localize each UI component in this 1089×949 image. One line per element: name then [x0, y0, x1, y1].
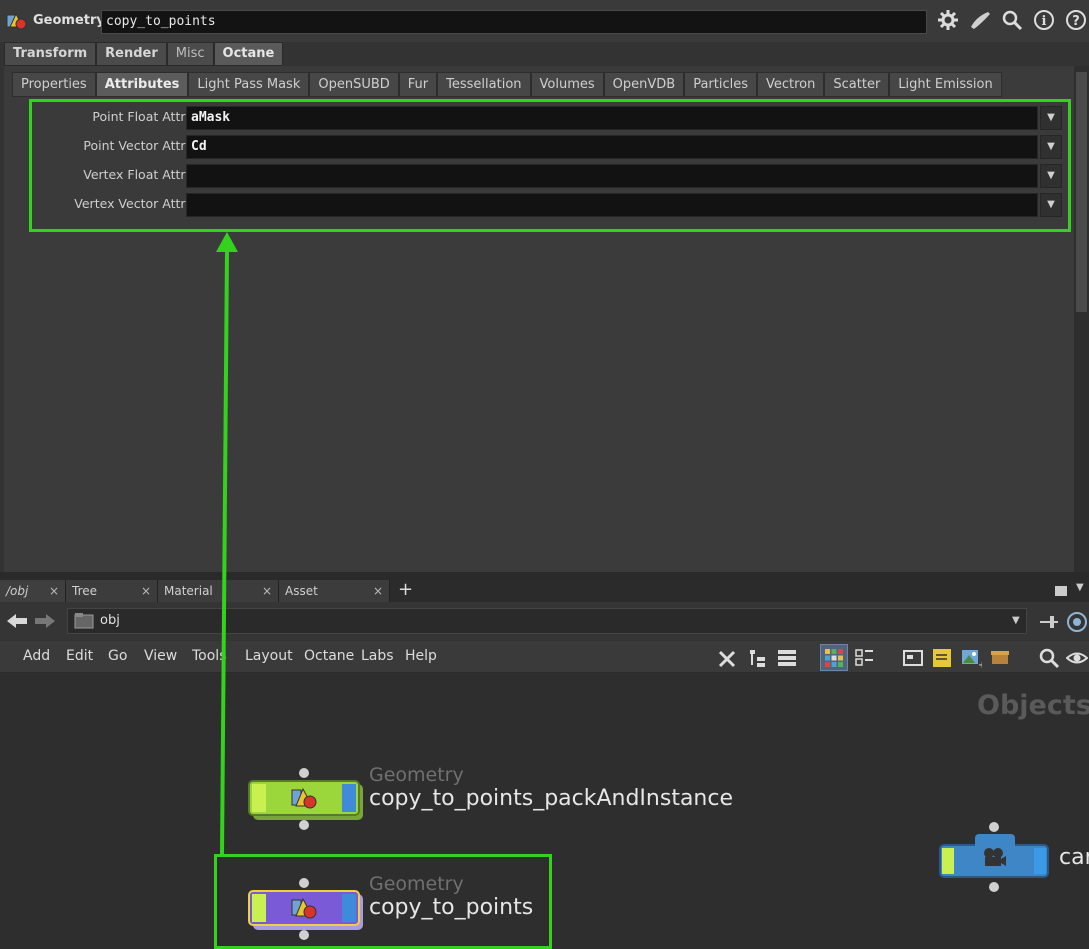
node-display-flag[interactable]	[342, 784, 356, 812]
node-bypass-flag[interactable]	[942, 848, 954, 874]
node-copy-to-points-pack-and-instance[interactable]	[248, 768, 368, 830]
node-name-label: car	[1059, 845, 1089, 870]
node-name-label: copy_to_points_packAndInstance	[369, 786, 734, 811]
node-input-connector[interactable]	[299, 768, 309, 778]
camera-icon	[984, 848, 1006, 866]
node-body	[248, 780, 360, 816]
geometry-node-icon	[291, 787, 317, 809]
node-bypass-flag[interactable]	[252, 784, 266, 812]
node-output-connector[interactable]	[989, 882, 999, 892]
selected-node-highlight-box	[214, 854, 552, 949]
node-category-label: Geometry	[369, 764, 464, 786]
node-camera[interactable]	[939, 822, 1051, 892]
node-input-connector[interactable]	[989, 822, 999, 832]
node-output-connector[interactable]	[299, 820, 309, 830]
node-display-flag[interactable]	[1034, 848, 1046, 874]
